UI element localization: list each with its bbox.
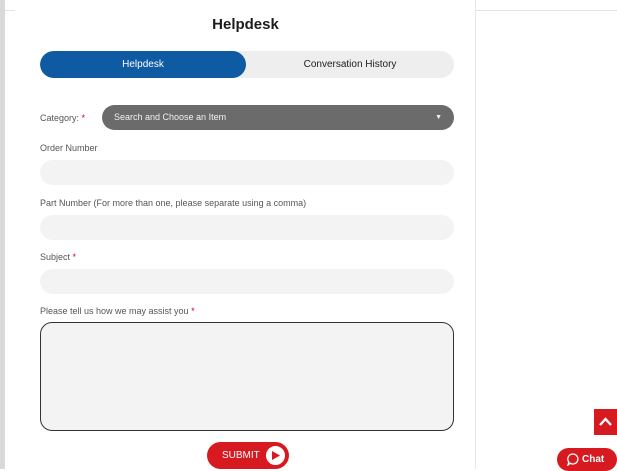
chat-label: Chat: [582, 454, 605, 465]
category-select[interactable]: Search and Choose an Item ▼: [102, 105, 454, 130]
order-number-input[interactable]: [40, 160, 454, 185]
subject-label: Subject *: [40, 252, 76, 262]
required-mark: *: [81, 113, 86, 123]
chat-button[interactable]: Chat: [557, 448, 617, 471]
tab-helpdesk[interactable]: Helpdesk: [40, 51, 246, 78]
subject-input[interactable]: [40, 269, 454, 294]
required-mark: *: [72, 252, 77, 262]
page-title: Helpdesk: [212, 16, 279, 33]
tab-conversation-history[interactable]: Conversation History: [246, 51, 454, 78]
scroll-to-top-button[interactable]: [594, 409, 617, 435]
message-textarea[interactable]: [40, 322, 454, 431]
message-label-text: Please tell us how we may assist you: [40, 306, 189, 316]
left-gutter: [0, 0, 5, 469]
subject-label-text: Subject: [40, 252, 71, 262]
category-label-text: Category:: [40, 113, 80, 123]
chat-bubble-icon: [567, 453, 579, 466]
submit-button[interactable]: SUBMIT: [207, 442, 289, 469]
message-label: Please tell us how we may assist you *: [40, 306, 195, 316]
caret-down-icon: ▼: [435, 114, 442, 121]
category-select-placeholder: Search and Choose an Item: [114, 112, 227, 122]
play-icon: [265, 445, 286, 466]
chevron-up-icon: [599, 417, 612, 426]
order-number-label: Order Number: [40, 143, 98, 153]
category-label: Category: *: [40, 113, 85, 123]
part-number-input[interactable]: [40, 215, 454, 240]
submit-label: SUBMIT: [222, 450, 260, 461]
part-number-label: Part Number (For more than one, please s…: [40, 198, 307, 208]
required-mark: *: [191, 306, 195, 316]
tab-bar: Helpdesk Conversation History: [40, 51, 454, 78]
